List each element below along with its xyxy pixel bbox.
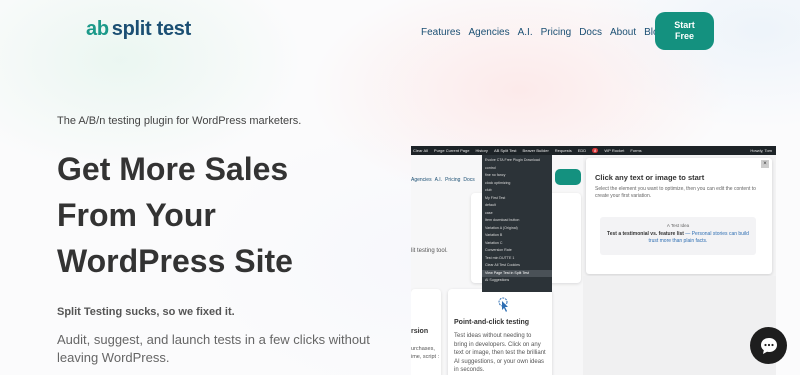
logo-text: split test <box>111 18 192 40</box>
nav-agencies[interactable]: Agencies <box>468 27 509 38</box>
feature-card-body: Test ideas without needing to bring in d… <box>454 333 546 373</box>
panel-bottom-area <box>583 276 776 375</box>
adminbar-item: WP Rocket <box>604 148 625 153</box>
site-nav-item: Pricing <box>445 177 461 183</box>
nav-features[interactable]: Features <box>421 27 460 38</box>
adminbar-item: Forms <box>630 148 642 153</box>
dropdown-item: Variation C <box>485 240 503 245</box>
adminbar-item: History <box>475 148 488 153</box>
site-preview-nav: Agencies A.I. Pricing Docs <box>411 177 475 183</box>
nav-ai[interactable]: A.I. <box>518 27 533 38</box>
test-idea-bold: Test a testimonial vs. feature list <box>607 231 684 237</box>
adminbar-user: Howdy, Tom <box>750 148 772 153</box>
test-idea-label: A Test Idea <box>666 223 690 228</box>
adminbar-badge: 8 <box>592 148 599 153</box>
adminbar-item: EDD <box>577 148 587 153</box>
main-nav: Features Agencies A.I. Pricing Docs Abou… <box>421 27 664 38</box>
site-text: lit testing tool. <box>411 248 448 254</box>
adminbar-item: AB Split Test <box>493 148 517 153</box>
test-idea-text: Test a testimonial vs. feature list — Pe… <box>606 231 750 245</box>
dropdown-item: Conversion Rate <box>485 248 512 252</box>
dropdown-item: Variation A (Original) <box>485 225 518 230</box>
left-card-body: urchases, ime, script : <box>411 346 440 360</box>
adminbar-item: Purge Current Page <box>433 148 470 153</box>
pointer-click-icon <box>498 297 508 312</box>
adminbar-item: Beaver Builder <box>522 148 549 153</box>
dropdown-item: control <box>485 165 496 170</box>
dropdown-item: My First Test <box>485 195 506 200</box>
start-free-button[interactable]: Start Free <box>655 12 714 50</box>
panel-title: Click any text or image to start <box>595 173 705 182</box>
feature-card-title: Point-and-click testing <box>454 319 530 326</box>
dropdown-item: case <box>485 210 493 215</box>
logo[interactable]: ab split test <box>86 18 191 41</box>
dropdown-item: Clear All Test Cookies <box>485 263 520 267</box>
dropdown-item: Evolve CTA Free Plugin Download <box>485 158 540 162</box>
logo-ab: ab <box>86 18 109 40</box>
dropdown-item: fine no fancy <box>485 173 506 177</box>
adminbar-item: Clear All <box>413 148 428 153</box>
headline-line-1: Get More Sales <box>57 151 289 187</box>
dropdown-item: AI Suggestions <box>485 278 510 282</box>
hero-subhead: Split Testing sucks, so we fixed it. <box>57 306 235 318</box>
headline-line-3: WordPress Site <box>57 243 293 279</box>
site-nav-item: Docs <box>463 177 475 183</box>
nav-docs[interactable]: Docs <box>579 27 602 38</box>
feature-card: Point-and-click testing Test ideas witho… <box>448 289 552 375</box>
split-test-dropdown: Evolve CTA Free Plugin Download control … <box>482 155 552 292</box>
site-start-button <box>555 169 581 185</box>
nav-about[interactable]: About <box>610 27 636 38</box>
dropdown-item: Item download button <box>485 218 520 222</box>
chat-bubble-icon <box>760 337 777 354</box>
left-card-title: rsion <box>411 328 429 335</box>
dropdown-item: club <box>485 188 492 192</box>
panel-text: Select the element you want to optimize,… <box>595 186 756 199</box>
test-idea-box: A Test Idea Test a testimonial vs. featu… <box>600 217 756 255</box>
chat-widget-button[interactable] <box>750 327 787 364</box>
dropdown-item-active: View Page Test in Split Test <box>482 269 552 277</box>
site-nav-item: Agencies <box>411 177 432 183</box>
dropdown-item: Variation B <box>485 233 503 237</box>
adminbar-item: Requests <box>554 148 572 153</box>
hero-description: Audit, suggest, and launch tests in a fe… <box>57 332 370 365</box>
hero-headline: Get More Sales From Your WordPress Site <box>57 146 397 284</box>
site-nav-item: A.I. <box>434 177 443 183</box>
site-left-card: rsion urchases, ime, script : <box>411 289 441 375</box>
panel-close-icon: × <box>761 160 769 168</box>
hero-tagline: The A/B/n testing plugin for WordPress m… <box>57 115 302 127</box>
nav-pricing[interactable]: Pricing <box>541 27 572 38</box>
headline-line-2: From Your <box>57 197 216 233</box>
editor-panel: × Click any text or image to start Selec… <box>586 158 772 274</box>
dropdown-item: Test min DUTTE 1 <box>485 255 515 260</box>
product-screenshot: Clear All Purge Current Page History AB … <box>411 146 776 375</box>
dropdown-item: default <box>485 203 496 207</box>
dropdown-item: clock optimizing <box>485 180 511 185</box>
wp-admin-bar: Clear All Purge Current Page History AB … <box>411 146 776 155</box>
